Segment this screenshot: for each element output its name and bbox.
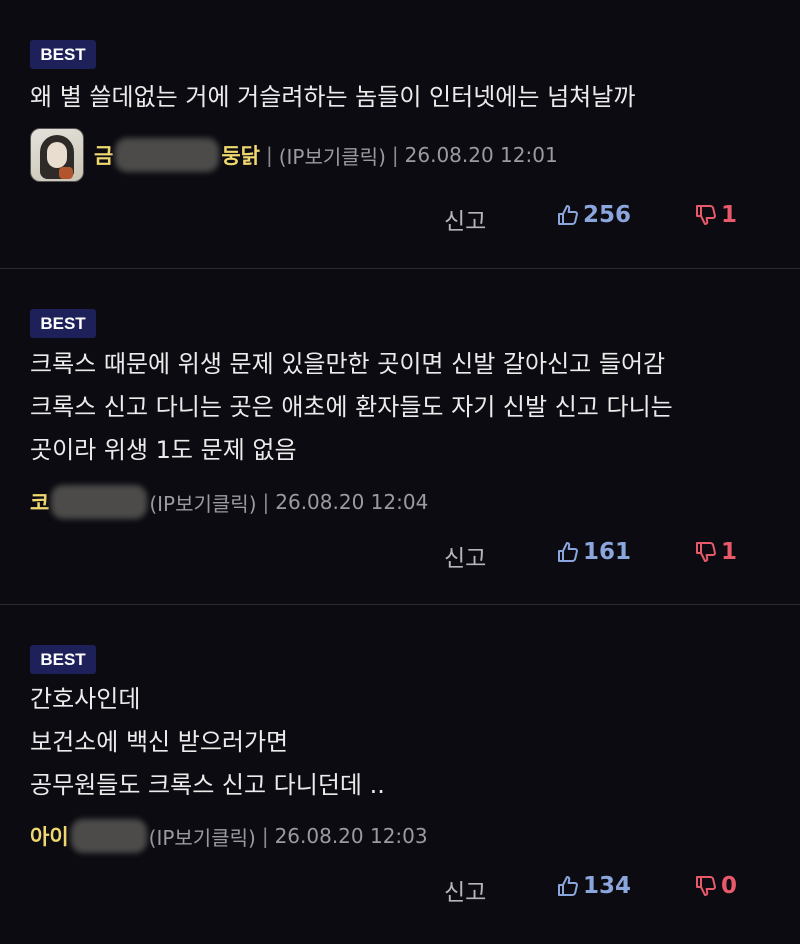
comment-meta: 금 둥닭 | (IP보기클릭) | 26.08.20 12:01 (30, 128, 558, 182)
nickname-start[interactable]: 코 (30, 487, 49, 517)
dislike-button[interactable]: 1 (694, 539, 737, 565)
dislike-button[interactable]: 0 (694, 873, 737, 899)
comment-date: 26.08.20 12:04 (275, 490, 429, 514)
meta-separator: | (261, 824, 269, 848)
best-badge: BEST (30, 309, 96, 338)
thumbs-down-icon (696, 205, 716, 225)
report-button[interactable]: 신고 (444, 873, 486, 907)
nickname-redaction (51, 485, 148, 519)
like-button[interactable]: 134 (556, 873, 631, 899)
comment-line: 간호사인데 (30, 685, 141, 713)
nickname-redaction (115, 138, 220, 172)
comment-line: 크록스 때문에 위생 문제 있을만한 곳이면 신발 갈아신고 들어감 (30, 350, 666, 378)
comment-item: BEST 간호사인데 보건소에 백신 받으러가면 공무원들도 크록스 신고 다니… (0, 605, 800, 944)
comment-date: 26.08.20 12:03 (274, 824, 428, 848)
comment-item: BEST 왜 별 쓸데없는 거에 거슬려하는 놈들이 인터넷에는 넘쳐날까 금 … (0, 0, 800, 269)
thumbs-down-icon (696, 876, 716, 896)
thumbs-up-icon (558, 542, 578, 562)
comment-text: 왜 별 쓸데없는 거에 거슬려하는 놈들이 인터넷에는 넘쳐날까 (30, 76, 780, 119)
thumbs-up-icon (558, 205, 578, 225)
report-button[interactable]: 신고 (444, 202, 486, 236)
nickname-redaction (70, 819, 147, 853)
comment-item: BEST 크록스 때문에 위생 문제 있을만한 곳이면 신발 갈아신고 들어감 … (0, 269, 800, 605)
comment-line: 크록스 신고 다니는 곳은 애초에 환자들도 자기 신발 신고 다니는 (30, 393, 673, 421)
meta-separator: | (262, 490, 270, 514)
comment-text: 간호사인데 보건소에 백신 받으러가면 공무원들도 크록스 신고 다니던데 .. (30, 678, 780, 807)
like-button[interactable]: 256 (556, 202, 631, 228)
ip-view-link[interactable]: (IP보기클릭) (279, 141, 386, 170)
comment-line: 왜 별 쓸데없는 거에 거슬려하는 놈들이 인터넷에는 넘쳐날까 (30, 83, 636, 111)
nickname-start[interactable]: 아이 (30, 821, 69, 851)
comment-text: 크록스 때문에 위생 문제 있을만한 곳이면 신발 갈아신고 들어감 크록스 신… (30, 343, 780, 472)
comment-meta: 아이 (IP보기클릭) | 26.08.20 12:03 (30, 819, 428, 853)
dislike-count: 1 (721, 202, 738, 228)
ip-view-link[interactable]: (IP보기클릭) (149, 488, 256, 517)
nickname-start[interactable]: 금 (94, 140, 113, 170)
like-count: 134 (583, 873, 632, 899)
comment-line: 공무원들도 크록스 신고 다니던데 .. (30, 771, 385, 799)
dislike-count: 1 (721, 539, 738, 565)
comment-date: 26.08.20 12:01 (404, 143, 558, 167)
best-badge: BEST (30, 645, 96, 674)
thumbs-down-icon (696, 542, 716, 562)
ip-view-link[interactable]: (IP보기클릭) (149, 822, 256, 851)
comment-actions: 신고 256 1 (0, 202, 800, 238)
best-badge: BEST (30, 40, 96, 69)
report-button[interactable]: 신고 (444, 539, 486, 573)
comment-line: 보건소에 백신 받으러가면 (30, 728, 289, 756)
nickname-end[interactable]: 둥닭 (221, 140, 260, 170)
avatar[interactable] (30, 128, 84, 182)
comment-line: 곳이라 위생 1도 문제 없음 (30, 436, 297, 464)
comment-meta: 코 (IP보기클릭) | 26.08.20 12:04 (30, 485, 428, 519)
comment-actions: 신고 161 1 (0, 539, 800, 575)
comment-actions: 신고 134 0 (0, 873, 800, 909)
like-count: 161 (583, 539, 632, 565)
dislike-count: 0 (721, 873, 738, 899)
meta-separator: | (391, 143, 399, 167)
meta-separator: | (265, 143, 273, 167)
thumbs-up-icon (558, 876, 578, 896)
like-button[interactable]: 161 (556, 539, 631, 565)
dislike-button[interactable]: 1 (694, 202, 737, 228)
like-count: 256 (583, 202, 632, 228)
